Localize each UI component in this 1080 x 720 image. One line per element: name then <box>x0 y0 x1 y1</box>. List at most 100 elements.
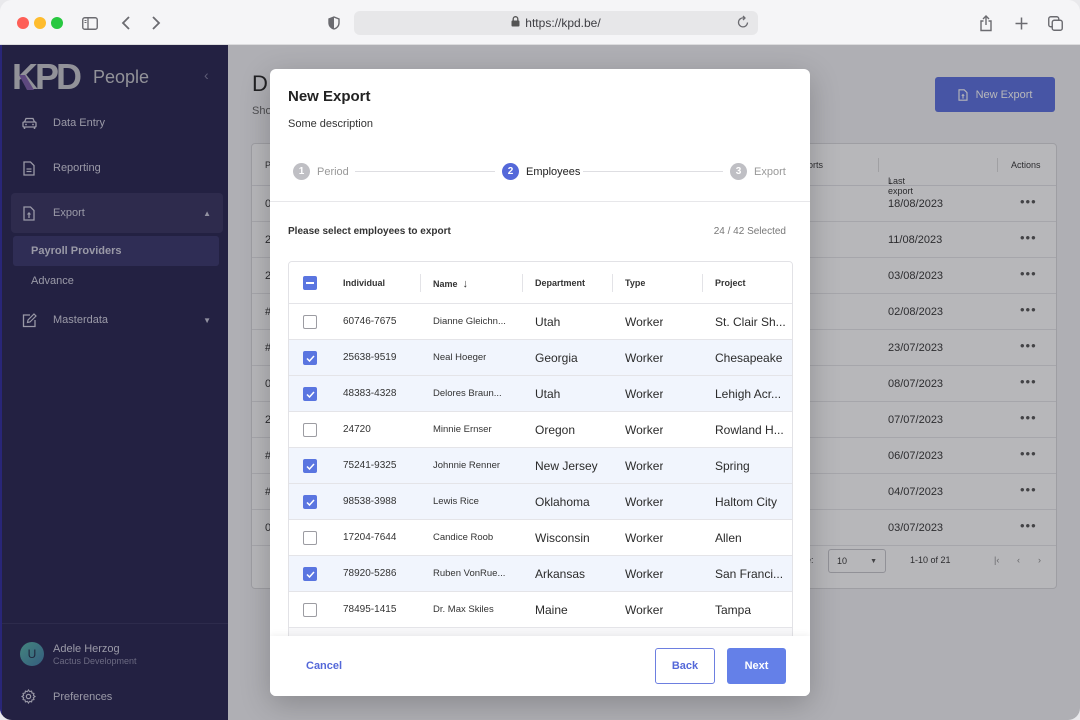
browser-toolbar: https://kpd.be/ <box>0 0 1080 45</box>
step-connector <box>583 171 723 172</box>
cell-department: Arkansas <box>535 567 586 581</box>
address-bar[interactable]: https://kpd.be/ <box>354 11 758 35</box>
cell-department: New Jersey <box>535 459 598 473</box>
employee-row[interactable]: 24720 Minnie Ernser Oregon Worker Rowland H.… <box>289 412 792 448</box>
cell-type: Worker <box>625 387 664 401</box>
cell-project: Lehigh Acr... <box>715 387 782 401</box>
dialog-description: Some description <box>288 118 373 130</box>
cell-name: Minnie Ernser <box>433 424 492 435</box>
tabs-overview-icon[interactable] <box>1047 12 1063 34</box>
shield-icon[interactable] <box>326 12 342 34</box>
cell-department: Georgia <box>535 351 578 365</box>
employee-row[interactable]: 17204-7644 Candice Roob Wisconsin Worker All… <box>289 520 792 556</box>
cell-department: Utah <box>535 315 561 329</box>
cell-project: Spring <box>715 459 750 473</box>
step-period[interactable]: 1 Period <box>293 163 349 180</box>
cell-name: Lewis Rice <box>433 496 479 507</box>
cancel-button[interactable]: Cancel <box>306 660 342 672</box>
row-checkbox[interactable] <box>303 423 317 437</box>
employee-row[interactable]: 25638-9519 Neal Hoeger Georgia Worker Chesap… <box>289 340 792 376</box>
select-all-checkbox[interactable] <box>303 276 317 290</box>
cell-project: Tampa <box>715 603 752 617</box>
cell-type: Worker <box>625 531 664 545</box>
reload-icon[interactable] <box>737 15 750 32</box>
sidebar-toggle-icon[interactable] <box>80 12 100 34</box>
cell-name: Dianne Gleichn... <box>433 316 506 327</box>
cell-individual: 60746-7675 <box>343 316 397 327</box>
row-checkbox[interactable] <box>303 603 317 617</box>
column-header-name[interactable]: Name ↓ <box>433 278 468 290</box>
cell-type: Worker <box>625 315 664 329</box>
step-connector <box>355 171 495 172</box>
cell-project: Allen <box>715 531 742 545</box>
cell-individual: 78920-5286 <box>343 568 397 579</box>
cell-type: Worker <box>625 423 664 437</box>
cell-department: Oregon <box>535 423 576 437</box>
maximize-window-button[interactable] <box>51 17 63 29</box>
cell-individual: 75241-9325 <box>343 460 397 471</box>
forward-icon[interactable] <box>148 12 164 34</box>
cell-project: Chesapeake <box>715 351 783 365</box>
column-header-project[interactable]: Project <box>715 278 746 288</box>
lock-icon <box>511 16 520 30</box>
sort-desc-icon: ↓ <box>462 278 469 290</box>
column-header-individual[interactable]: Individual <box>343 278 385 288</box>
cell-project: St. Clair Sh... <box>715 315 786 329</box>
back-button[interactable]: Back <box>655 648 715 684</box>
cell-department: Oklahoma <box>535 495 590 509</box>
cell-type: Worker <box>625 351 664 365</box>
dialog-title: New Export <box>288 88 371 105</box>
url-text: https://kpd.be/ <box>525 16 601 30</box>
minimize-window-button[interactable] <box>34 17 46 29</box>
row-checkbox[interactable] <box>303 567 317 581</box>
row-checkbox[interactable] <box>303 351 317 365</box>
next-button[interactable]: Next <box>727 648 786 684</box>
cell-name: Ruben VonRue... <box>433 568 506 579</box>
cell-department: Utah <box>535 387 561 401</box>
cell-project: Haltom City <box>715 495 778 509</box>
share-icon[interactable] <box>978 12 994 34</box>
cell-individual: 24720 <box>343 424 371 435</box>
cell-name: Johnnie Renner <box>433 460 501 471</box>
cell-department: Wisconsin <box>535 531 590 545</box>
step-export[interactable]: 3 Export <box>730 163 786 180</box>
column-header-type[interactable]: Type <box>625 278 645 288</box>
new-tab-icon[interactable] <box>1013 12 1029 34</box>
cell-department: Maine <box>535 603 568 617</box>
dialog-footer: Cancel Back Next <box>270 636 810 696</box>
step-employees[interactable]: 2 Employees <box>502 163 580 180</box>
table-header: Individual Name ↓ Department Type Projec… <box>289 262 792 304</box>
row-checkbox[interactable] <box>303 315 317 329</box>
cell-individual: 48383-4328 <box>343 388 397 399</box>
cell-project: San Franci... <box>715 567 784 581</box>
cell-individual: 17204-7644 <box>343 532 397 543</box>
employee-row[interactable]: 60746-7675 Dianne Gleichn... Utah Worker St.… <box>289 304 792 340</box>
back-icon[interactable] <box>118 12 134 34</box>
cell-individual: 78495-1415 <box>343 604 397 615</box>
selection-count: 24 / 42 Selected <box>713 226 786 237</box>
employee-row[interactable]: 48383-4328 Delores Braun... Utah Worker Lehi… <box>289 376 792 412</box>
dialog-divider <box>270 201 810 202</box>
cell-individual: 98538-3988 <box>343 496 397 507</box>
cell-name: Candice Roob <box>433 532 494 543</box>
close-window-button[interactable] <box>17 17 29 29</box>
row-checkbox[interactable] <box>303 459 317 473</box>
cell-name: Neal Hoeger <box>433 352 487 363</box>
cell-name: Delores Braun... <box>433 388 502 399</box>
employee-row[interactable]: 78495-1415 Dr. Max Skiles Maine Worker Tampa <box>289 592 792 628</box>
cell-project: Rowland H... <box>715 423 784 437</box>
employee-row[interactable]: 78920-5286 Ruben VonRue... Arkansas Worker S… <box>289 556 792 592</box>
cell-name: Dr. Max Skiles <box>433 604 494 615</box>
new-export-dialog: New Export Some description 1 Period 2 E… <box>270 69 810 696</box>
browser-window: https://kpd.be/ KPD People ‹ Data Entry … <box>0 0 1080 720</box>
row-checkbox[interactable] <box>303 387 317 401</box>
row-checkbox[interactable] <box>303 531 317 545</box>
employee-row[interactable]: 75241-9325 Johnnie Renner New Jersey Worker… <box>289 448 792 484</box>
cell-type: Worker <box>625 603 664 617</box>
cell-type: Worker <box>625 567 664 581</box>
row-checkbox[interactable] <box>303 495 317 509</box>
column-header-department[interactable]: Department <box>535 278 585 288</box>
selection-prompt: Please select employees to export <box>288 226 451 237</box>
cell-type: Worker <box>625 459 664 473</box>
employee-row[interactable]: 98538-3988 Lewis Rice Oklahoma Worker Haltom… <box>289 484 792 520</box>
